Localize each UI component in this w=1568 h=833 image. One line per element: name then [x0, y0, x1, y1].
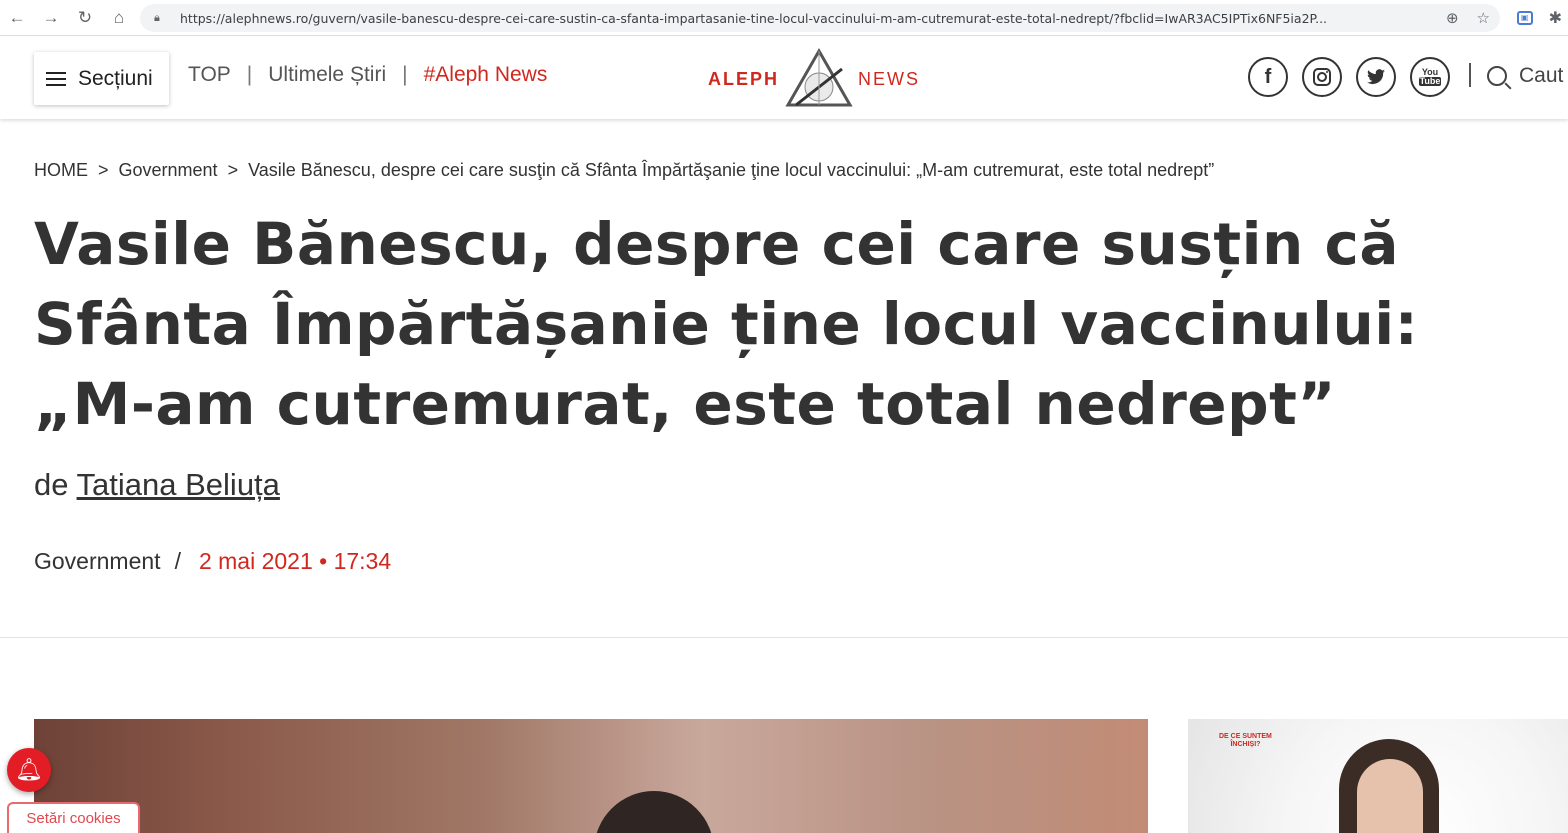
search-icon [1487, 66, 1507, 86]
breadcrumb-separator: > [98, 160, 109, 180]
hero-figure [594, 791, 714, 833]
breadcrumb-separator: > [227, 160, 239, 180]
meta-separator: / [174, 548, 181, 574]
cookie-settings-button[interactable]: Setări cookies [7, 802, 140, 833]
publish-date: 2 mai 2021 • 17:34 [198, 548, 392, 574]
article-headline: Vasile Bănescu, despre cei care susțin c… [34, 210, 1419, 438]
lock-icon: 🔒︎ [154, 11, 160, 24]
nav-separator: | [402, 63, 408, 86]
ad-presenter-face [1357, 759, 1423, 833]
back-icon[interactable]: ← [0, 0, 34, 36]
author-link[interactable]: Tatiana Beliuța [77, 467, 280, 502]
article-byline: de Tatiana Beliuța [34, 467, 280, 503]
search-button[interactable]: Caut [1487, 64, 1563, 88]
browser-toolbar: ← → ↻ ⌂ 🔒︎ https://alephnews.ro/guvern/v… [0, 0, 1568, 36]
logo-text-left: ALEPH [708, 69, 780, 89]
bell-icon: 🔔︎ [15, 757, 43, 782]
sections-label: Secțiuni [78, 66, 153, 90]
search-label: Caut [1519, 64, 1564, 87]
home-icon[interactable]: ⌂ [102, 0, 136, 36]
nav-latest-news[interactable]: Ultimele Știri [268, 63, 386, 87]
article-hero-image [34, 719, 1148, 833]
facebook-icon[interactable]: f [1248, 57, 1288, 97]
article-meta: Government / 2 mai 2021 • 17:34 [34, 548, 391, 575]
star-icon[interactable]: ☆ [1477, 9, 1490, 27]
breadcrumb: HOME > Government > Vasile Bănescu, desp… [34, 160, 1214, 181]
meta-category[interactable]: Government [34, 548, 161, 575]
youtube-text-bottom: Tube [1418, 76, 1442, 86]
logo-text-right: NEWS [858, 69, 920, 89]
breadcrumb-home[interactable]: HOME [34, 160, 88, 181]
nav-separator: | [246, 63, 253, 86]
twitter-icon[interactable] [1356, 57, 1396, 97]
section-divider [0, 637, 1568, 638]
site-logo[interactable]: ALEPH NEWS [708, 47, 923, 109]
address-bar[interactable]: 🔒︎ https://alephnews.ro/guvern/vasile-ba… [140, 4, 1500, 32]
sidebar-video-ad[interactable]: DE CE SUNTEM ÎNCHIȘI? [1188, 719, 1568, 833]
url-text[interactable]: https://alephnews.ro/guvern/vasile-banes… [180, 11, 1430, 26]
instagram-icon[interactable] [1302, 57, 1342, 97]
forward-icon[interactable]: → [34, 0, 68, 36]
youtube-icon[interactable]: You Tube [1410, 57, 1450, 97]
sections-menu-button[interactable]: Secțiuni [34, 52, 169, 105]
breadcrumb-current: Vasile Bănescu, despre cei care susţin c… [248, 160, 1215, 180]
hamburger-icon [46, 71, 66, 86]
nav-top[interactable]: TOP [188, 63, 231, 87]
nav-aleph-news[interactable]: #Aleph News [424, 63, 548, 87]
ad-label: DE CE SUNTEM ÎNCHIȘI? [1219, 733, 1272, 749]
notification-bell-button[interactable]: 🔔︎ [7, 748, 51, 792]
byline-prefix: de [34, 467, 69, 502]
top-navigation: TOP | Ultimele Știri | #Aleph News [188, 63, 547, 87]
puzzle-icon[interactable]: ✱ [1549, 8, 1562, 28]
header-divider [1469, 63, 1471, 87]
site-header: Secțiuni TOP | Ultimele Știri | #Aleph N… [0, 37, 1568, 119]
breadcrumb-category[interactable]: Government [119, 160, 218, 181]
reload-icon[interactable]: ↻ [68, 0, 102, 36]
ad-label-line2: ÎNCHIȘI? [1230, 741, 1261, 748]
social-links: f You Tube [1248, 57, 1450, 97]
zoom-icon[interactable]: ⊕ [1446, 9, 1459, 27]
ad-label-line1: DE CE SUNTEM [1219, 733, 1272, 740]
logo-emblem-icon [785, 47, 853, 107]
extension-icon[interactable]: ▣ [1516, 11, 1533, 25]
